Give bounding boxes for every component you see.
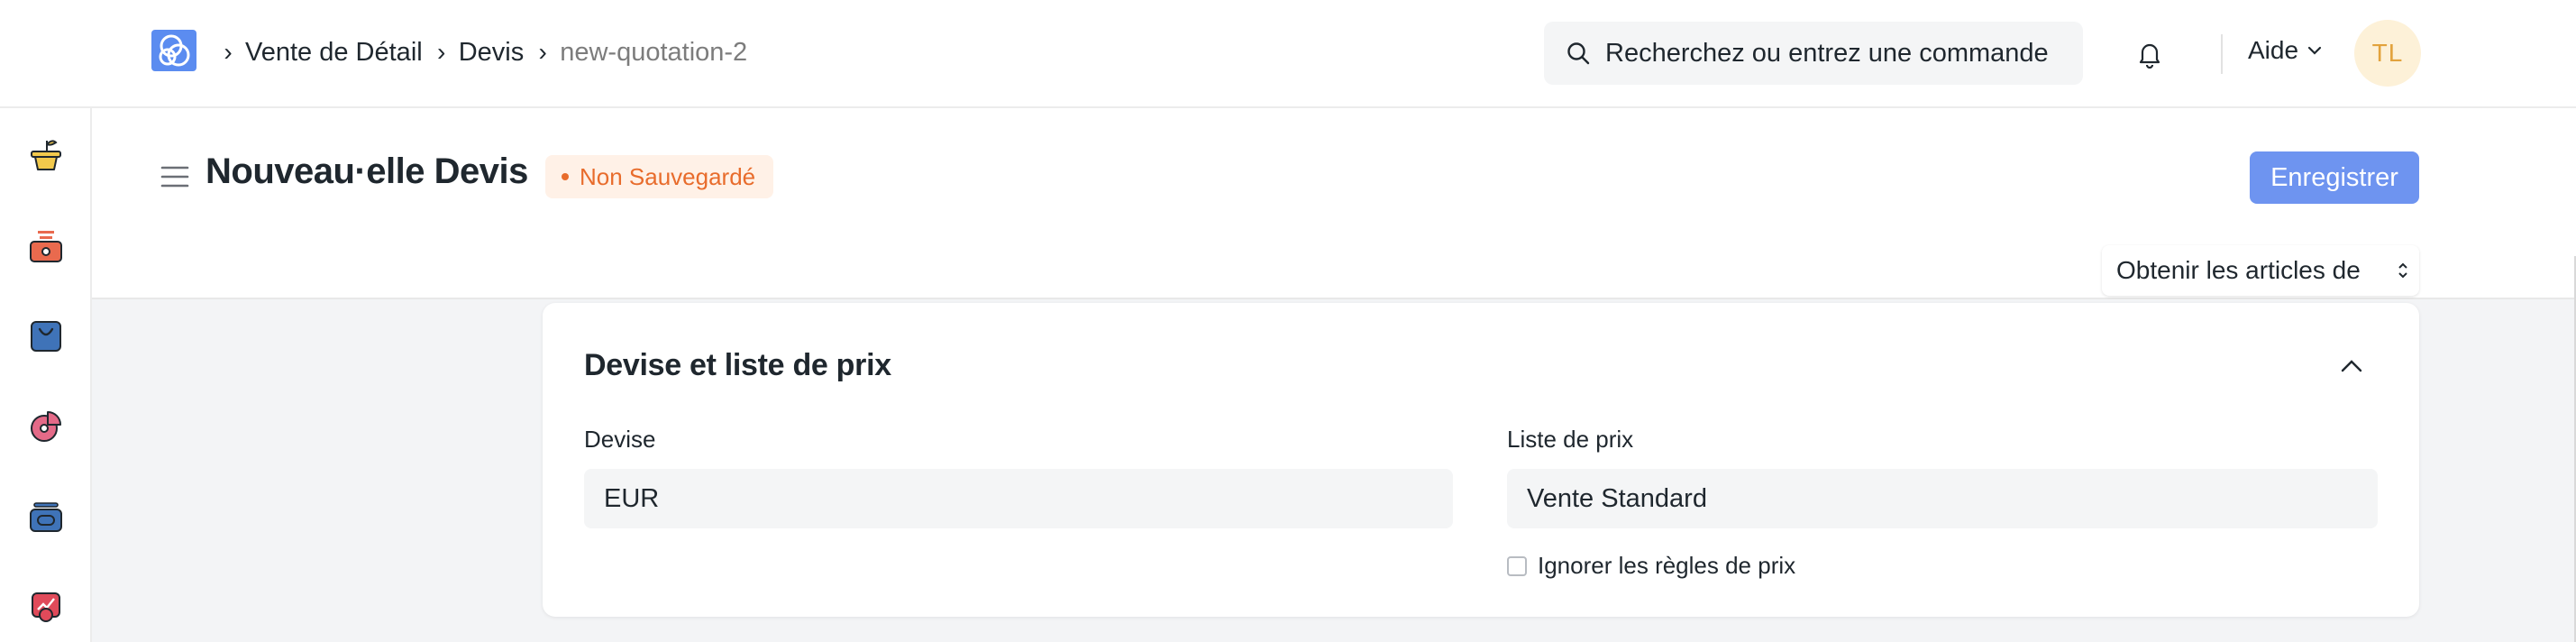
- status-text: Non Sauvegardé: [580, 162, 756, 190]
- menu-toggle-icon[interactable]: [160, 164, 189, 189]
- help-dropdown[interactable]: Aide: [2248, 36, 2322, 65]
- currency-price-list-section: Devise et liste de prix Devise EUR Liste…: [543, 303, 2419, 617]
- breadcrumb-current: new-quotation-2: [560, 37, 748, 67]
- page-title: Nouveau·elle Devis: [206, 151, 528, 191]
- search-icon: [1567, 42, 1590, 65]
- ignore-pricing-rule-label: Ignorer les règles de prix: [1538, 552, 1796, 579]
- cash-register-icon[interactable]: [27, 227, 65, 265]
- top-navbar: › Vente de Détail › Devis › new-quotatio…: [0, 0, 2576, 108]
- plant-pot-icon[interactable]: [27, 135, 65, 173]
- breadcrumb-item-retail[interactable]: Vente de Détail: [245, 38, 423, 68]
- currency-field[interactable]: EUR: [584, 469, 1453, 528]
- ignore-pricing-rule-checkbox[interactable]: [1507, 555, 1527, 576]
- ignore-pricing-rule-row[interactable]: Ignorer les règles de prix: [1507, 552, 1795, 580]
- save-button[interactable]: Enregistrer: [2250, 151, 2419, 204]
- sidebar: [0, 108, 92, 642]
- page-head: Nouveau·elle Devis Non Sauvegardé Enregi…: [92, 108, 2576, 299]
- currency-label: Devise: [584, 426, 656, 453]
- status-dot-icon: [562, 173, 569, 180]
- select-arrows-icon: [2398, 262, 2407, 279]
- notification-bell-icon[interactable]: [2136, 40, 2163, 69]
- price-list-label: Liste de prix: [1507, 426, 1634, 453]
- search-placeholder: Recherchez ou entrez une commande: [1605, 38, 2049, 68]
- app-logo-icon[interactable]: [151, 30, 196, 71]
- section-title: Devise et liste de prix: [584, 348, 891, 382]
- breadcrumb-item-quotation[interactable]: Devis: [459, 38, 525, 68]
- navbar-divider: [2221, 34, 2223, 74]
- chevron-down-icon: [2307, 46, 2322, 55]
- pie-chart-icon[interactable]: [27, 408, 65, 445]
- status-badge: Non Sauvegardé: [545, 155, 774, 198]
- get-items-dropdown[interactable]: Obtenir les articles de: [2102, 245, 2419, 296]
- breadcrumb: › Vente de Détail › Devis › new-quotatio…: [216, 32, 747, 72]
- search-input[interactable]: Recherchez ou entrez une commande: [1544, 22, 2083, 85]
- chevron-right-icon: ›: [224, 38, 233, 66]
- shopping-bag-icon[interactable]: [27, 317, 65, 355]
- chart-shield-icon[interactable]: [27, 586, 65, 624]
- get-items-label: Obtenir les articles de: [2116, 256, 2361, 284]
- help-label: Aide: [2248, 36, 2299, 64]
- price-list-field[interactable]: Vente Standard: [1507, 469, 2378, 528]
- chevron-up-icon[interactable]: [2340, 359, 2363, 373]
- chevron-right-icon: ›: [538, 38, 547, 66]
- chevron-right-icon: ›: [437, 38, 446, 66]
- card-stack-icon[interactable]: [27, 498, 65, 536]
- user-avatar[interactable]: TL: [2354, 20, 2421, 87]
